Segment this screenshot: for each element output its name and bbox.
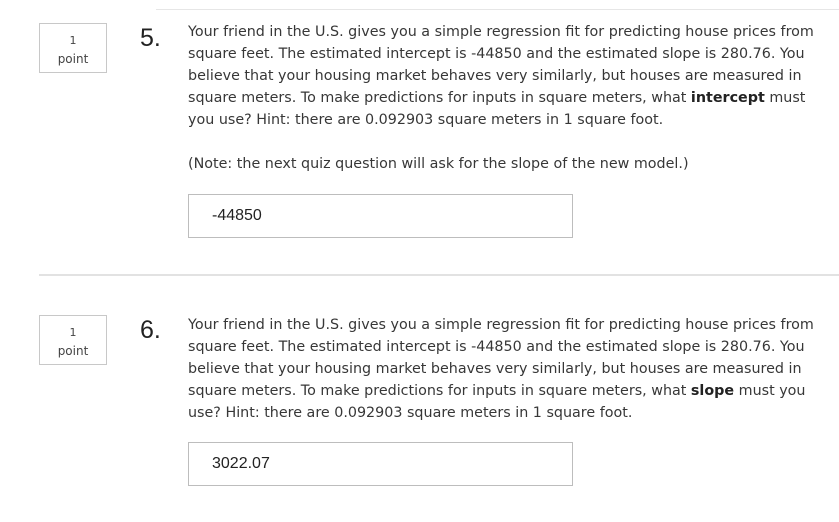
question-6: 1 point 6. Your friend in the U.S. gives… xyxy=(0,276,839,522)
answer-input[interactable] xyxy=(188,194,573,238)
question-number: 5. xyxy=(140,24,161,52)
question-text: Your friend in the U.S. gives you a simp… xyxy=(188,314,824,424)
points-badge: 1 point xyxy=(39,23,107,73)
points-value: 1 xyxy=(69,34,77,47)
question-text: Your friend in the U.S. gives you a simp… xyxy=(188,21,824,131)
question-emphasis: slope xyxy=(690,383,735,399)
question-5: 1 point 5. Your friend in the U.S. gives… xyxy=(0,0,839,276)
points-badge: 1 point xyxy=(39,315,107,365)
answer-input[interactable] xyxy=(188,442,573,486)
points-value: 1 xyxy=(69,326,77,339)
question-number: 6. xyxy=(140,316,161,344)
points-label: point xyxy=(57,52,89,66)
question-note: (Note: the next quiz question will ask f… xyxy=(188,156,689,172)
points-label: point xyxy=(57,344,89,358)
question-emphasis: intercept xyxy=(690,90,765,106)
